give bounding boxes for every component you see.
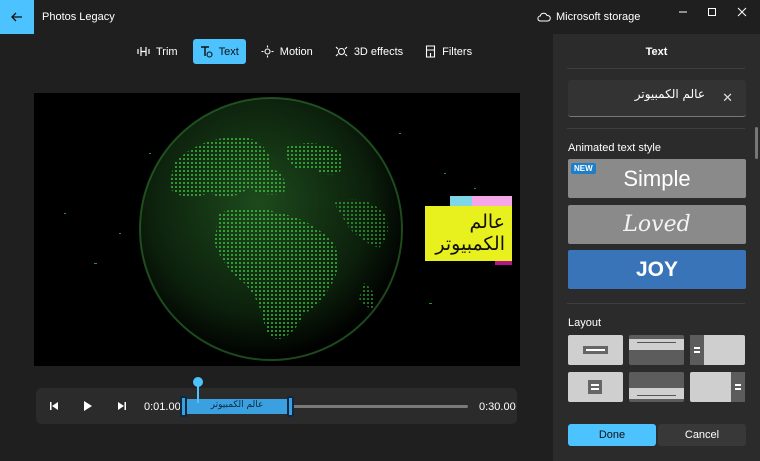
tab-motion[interactable]: Motion (254, 39, 320, 64)
tab-label: 3D effects (353, 45, 404, 58)
layout-label: Layout (568, 317, 602, 329)
timeline-bar: 0:01.00 عالم الكمبيوتر 0:30.00 (36, 388, 517, 424)
skip-back-icon (50, 402, 58, 410)
divider (567, 303, 745, 304)
clip-label: عالم الكمبيوتر (210, 400, 264, 410)
skip-forward-icon (118, 402, 126, 410)
panel-title: Text (645, 46, 668, 58)
text-input-value: عالم الكمبيوتر (634, 87, 705, 101)
divider (567, 128, 745, 129)
tab-text[interactable]: Text (192, 39, 246, 64)
storage-label: Microsoft storage (556, 11, 641, 23)
text-clip[interactable]: عالم الكمبيوتر (180, 396, 294, 417)
text-input-field[interactable]: عالم الكمبيوتر ✕ (568, 80, 746, 117)
layout-bottom-tile[interactable] (629, 372, 684, 402)
cloud-icon (537, 12, 551, 22)
panel-scrollbar[interactable] (755, 127, 758, 159)
style-loved-tile[interactable]: Loved (568, 205, 746, 244)
animated-style-label: Animated text style (568, 142, 661, 154)
layout-middle-tile[interactable] (568, 372, 623, 402)
skip-forward-button[interactable] (113, 397, 131, 415)
tab-label: Filters (442, 45, 473, 58)
filters-icon (426, 45, 436, 58)
layout-left-tile[interactable] (690, 335, 745, 365)
back-arrow-icon (11, 12, 22, 22)
divider (567, 68, 745, 69)
back-button[interactable] (0, 0, 34, 34)
close-button[interactable] (729, 4, 755, 20)
3d-effects-icon (335, 46, 348, 57)
app-title: Photos Legacy (42, 11, 115, 23)
editor-toolbar: Trim Text Motion 3D effects Filters (130, 39, 479, 64)
minimize-icon (679, 11, 687, 13)
video-preview: عالم الكمبيوتر (34, 93, 520, 366)
minimize-button[interactable] (670, 4, 696, 20)
clear-text-icon[interactable]: ✕ (722, 90, 733, 106)
skip-back-button[interactable] (45, 397, 63, 415)
play-icon (84, 401, 92, 411)
overlay-line-2: الكمبيوتر (435, 233, 505, 255)
close-icon (737, 7, 747, 17)
style-simple-label: Simple (623, 165, 691, 191)
title-bar: Photos Legacy Microsoft storage (0, 0, 760, 34)
overlay-line-1: عالم (469, 211, 505, 233)
style-simple-tile[interactable]: NEW Simple (568, 159, 746, 198)
tab-filters[interactable]: Filters (418, 39, 479, 64)
tab-label: Motion (279, 45, 313, 58)
trim-icon (137, 47, 150, 56)
current-time: 0:01.00 (144, 401, 181, 413)
text-icon (200, 45, 213, 58)
end-time: 0:30.00 (479, 401, 516, 413)
cancel-button[interactable]: Cancel (658, 424, 746, 446)
maximize-button[interactable] (699, 4, 725, 20)
style-joy-tile[interactable]: JOY (568, 250, 746, 289)
storage-status[interactable]: Microsoft storage (537, 11, 640, 23)
text-overlay[interactable]: عالم الكمبيوتر (425, 206, 512, 261)
tab-3d-effects[interactable]: 3D effects (328, 39, 410, 64)
tab-trim[interactable]: Trim (130, 39, 185, 64)
clip-end-handle[interactable] (287, 396, 294, 417)
layout-top-tile[interactable] (629, 335, 684, 365)
layout-right-tile[interactable] (690, 372, 745, 402)
done-button[interactable]: Done (568, 424, 656, 446)
style-joy-label: JOY (635, 257, 679, 281)
layout-center-tile[interactable] (568, 335, 623, 365)
maximize-icon (708, 8, 716, 16)
play-button[interactable] (79, 397, 97, 415)
new-badge: NEW (571, 163, 596, 174)
style-loved-label: Loved (623, 212, 691, 237)
text-panel: Text عالم الكمبيوتر ✕ Animated text styl… (553, 34, 760, 461)
playhead-handle[interactable] (193, 377, 203, 387)
tab-label: Trim (156, 45, 178, 58)
tab-label: Text (218, 45, 239, 58)
motion-icon (261, 45, 274, 58)
